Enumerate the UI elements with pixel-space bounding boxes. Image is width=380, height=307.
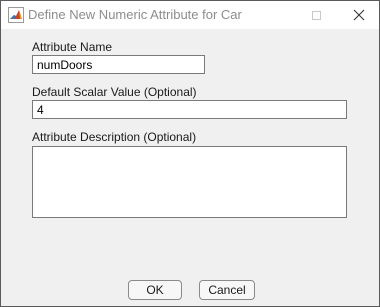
attribute-name-label: Attribute Name bbox=[32, 40, 113, 54]
close-button[interactable] bbox=[339, 1, 379, 29]
cancel-button[interactable]: Cancel bbox=[199, 280, 255, 300]
default-value-input[interactable] bbox=[32, 100, 347, 119]
description-label: Attribute Description (Optional) bbox=[32, 130, 197, 144]
maximize-icon bbox=[312, 11, 321, 20]
ok-button[interactable]: OK bbox=[128, 280, 182, 300]
minimize-button[interactable] bbox=[251, 1, 291, 29]
title-bar: Define New Numeric Attribute for Car bbox=[1, 1, 379, 29]
minimize-icon bbox=[266, 14, 276, 16]
description-textarea[interactable] bbox=[32, 146, 347, 218]
maximize-button[interactable] bbox=[296, 1, 336, 29]
close-icon bbox=[353, 9, 365, 21]
window-title: Define New Numeric Attribute for Car bbox=[28, 7, 242, 22]
default-value-label: Default Scalar Value (Optional) bbox=[32, 85, 197, 99]
dialog-window: Define New Numeric Attribute for Car Att… bbox=[0, 0, 380, 307]
matlab-icon bbox=[8, 7, 24, 23]
attribute-name-input[interactable] bbox=[32, 55, 205, 74]
